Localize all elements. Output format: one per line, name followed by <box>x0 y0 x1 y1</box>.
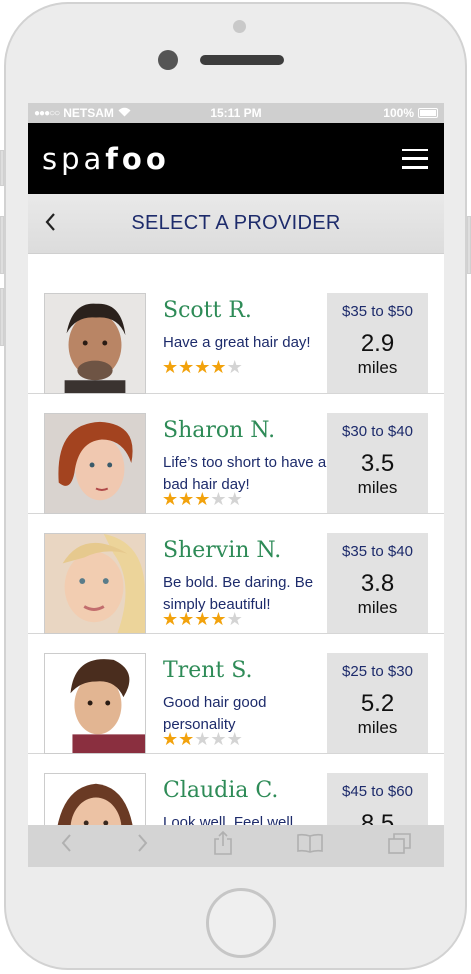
provider-tagline: Have a great hair day! <box>163 334 311 351</box>
distance-value: 2.9 <box>360 330 395 357</box>
chevron-left-icon[interactable] <box>44 211 56 239</box>
distance-value: 3.8 <box>360 570 395 597</box>
provider-name: Shervin N. <box>163 538 282 563</box>
star-icon: ★ <box>162 609 179 629</box>
hamburger-menu-icon[interactable] <box>402 148 428 169</box>
volume-down-button <box>0 288 4 346</box>
rating-stars: ★★★★★ <box>162 489 243 510</box>
price-distance-box: $30 to $40 3.5 miles <box>327 413 428 513</box>
price-distance-box: $35 to $50 2.9 miles <box>327 293 428 393</box>
star-icon: ★ <box>194 609 211 629</box>
star-icon: ★ <box>178 609 195 629</box>
star-icon: ★ <box>194 489 211 509</box>
provider-name: Sharon N. <box>163 418 276 443</box>
star-icon: ★ <box>178 489 195 509</box>
star-icon: ★ <box>210 489 227 509</box>
distance-value: 3.5 <box>360 450 395 477</box>
star-icon: ★ <box>210 729 227 749</box>
provider-name: Trent S. <box>163 658 253 683</box>
price-range: $45 to $60 <box>342 783 413 800</box>
star-icon: ★ <box>226 609 243 629</box>
star-icon: ★ <box>226 489 243 509</box>
wifi-icon <box>118 106 131 120</box>
provider-avatar <box>44 413 146 514</box>
distance-unit: miles <box>357 598 398 617</box>
price-range: $35 to $40 <box>342 543 413 560</box>
provider-list: Scott R. Have a great hair day! ★★★★★ $3… <box>28 274 444 867</box>
mute-switch <box>0 150 4 186</box>
provider-avatar <box>44 293 146 394</box>
carrier-name: NETSAM <box>63 106 114 120</box>
star-icon: ★ <box>178 357 195 377</box>
star-icon: ★ <box>162 357 179 377</box>
earpiece-speaker <box>200 55 284 65</box>
price-range: $25 to $30 <box>342 663 413 680</box>
browser-toolbar <box>28 825 444 867</box>
bookmarks-icon[interactable] <box>297 833 324 859</box>
distance-unit: miles <box>357 718 398 737</box>
provider-name: Scott R. <box>163 298 252 323</box>
provider-row[interactable]: Scott R. Have a great hair day! ★★★★★ $3… <box>28 274 444 394</box>
star-icon: ★ <box>178 729 195 749</box>
provider-avatar <box>44 533 146 634</box>
price-range: $35 to $50 <box>342 303 413 320</box>
page-title: SELECT A PROVIDER <box>131 212 341 234</box>
provider-row[interactable]: Trent S. Good hair good personality ★★★★… <box>28 634 444 754</box>
star-icon: ★ <box>162 729 179 749</box>
star-icon: ★ <box>194 357 211 377</box>
screen: ●●●○○ NETSAM 15:11 PM 100% spafoo SELECT… <box>28 103 444 867</box>
price-distance-box: $25 to $30 5.2 miles <box>327 653 428 753</box>
distance-unit: miles <box>357 358 398 377</box>
battery-icon <box>418 108 438 118</box>
rating-stars: ★★★★★ <box>162 609 243 630</box>
price-distance-box: $35 to $40 3.8 miles <box>327 533 428 633</box>
power-button <box>467 216 471 274</box>
provider-avatar <box>44 653 146 754</box>
signal-icon: ●●●○○ <box>34 107 60 119</box>
page-title-bar: SELECT A PROVIDER <box>28 194 444 254</box>
distance-unit: miles <box>357 478 398 497</box>
volume-up-button <box>0 216 4 274</box>
back-arrow-icon[interactable] <box>60 833 72 859</box>
distance-value: 5.2 <box>360 690 395 717</box>
share-icon[interactable] <box>213 830 233 861</box>
front-camera <box>158 50 178 70</box>
star-icon: ★ <box>194 729 211 749</box>
proximity-sensor <box>233 20 246 33</box>
provider-name: Claudia C. <box>163 778 279 803</box>
home-button[interactable] <box>206 888 276 958</box>
star-icon: ★ <box>162 489 179 509</box>
spafoo-logo[interactable]: spafoo <box>42 142 170 176</box>
status-bar: ●●●○○ NETSAM 15:11 PM 100% <box>28 103 444 123</box>
star-icon: ★ <box>226 357 243 377</box>
rating-stars: ★★★★★ <box>162 357 243 378</box>
star-icon: ★ <box>210 609 227 629</box>
forward-arrow-icon[interactable] <box>137 833 149 859</box>
provider-row[interactable]: Shervin N. Be bold. Be daring. Be simply… <box>28 514 444 634</box>
price-range: $30 to $40 <box>342 423 413 440</box>
tabs-icon[interactable] <box>387 832 412 860</box>
rating-stars: ★★★★★ <box>162 729 243 750</box>
star-icon: ★ <box>226 729 243 749</box>
app-header: spafoo <box>28 123 444 194</box>
star-icon: ★ <box>210 357 227 377</box>
provider-row[interactable]: Sharon N. Life’s too short to have a bad… <box>28 394 444 514</box>
battery-percent: 100% <box>383 106 414 120</box>
